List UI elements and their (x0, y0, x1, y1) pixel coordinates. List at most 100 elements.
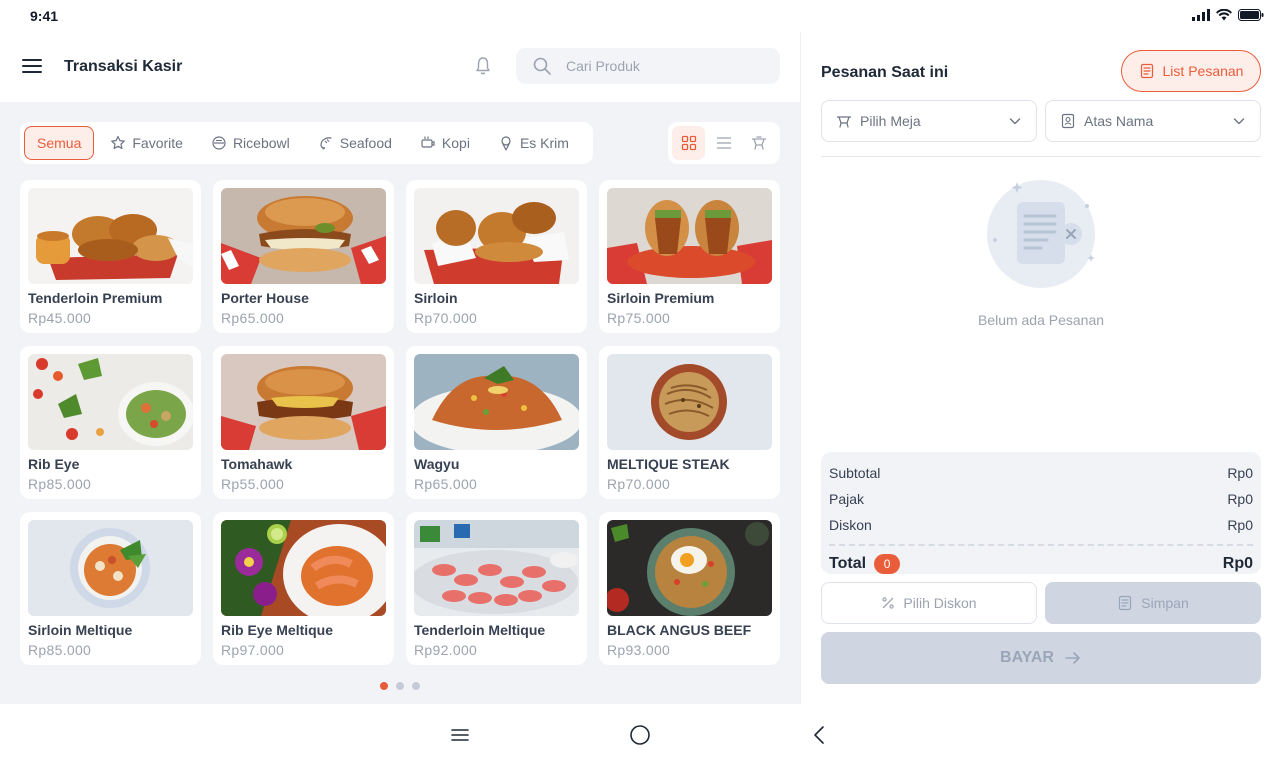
subtotal-label: Subtotal (829, 465, 881, 481)
grid-view-button[interactable] (672, 126, 706, 160)
product-image (607, 520, 772, 616)
category-label: Seafood (339, 135, 392, 151)
chevron-down-icon (1233, 118, 1245, 125)
discount-label: Diskon (829, 517, 872, 533)
product-price: Rp92.000 (414, 642, 478, 658)
product-price: Rp55.000 (221, 476, 285, 492)
product-card[interactable]: BLACK ANGUS BEEF Rp93.000 (599, 512, 780, 665)
tax-label: Pajak (829, 491, 865, 507)
product-card[interactable]: Sirloin Premium Rp75.000 (599, 180, 780, 333)
select-discount-button[interactable]: Pilih Diskon (821, 582, 1037, 624)
product-image (414, 188, 579, 284)
product-card[interactable]: Porter House Rp65.000 (213, 180, 394, 333)
product-image (414, 520, 579, 616)
pagination-dots (380, 682, 420, 690)
product-name: MELTIQUE STEAK (607, 456, 730, 472)
list-view-icon (716, 137, 732, 149)
pay-button[interactable]: BAYAR (821, 632, 1261, 684)
product-image (221, 520, 386, 616)
tax-row: Pajak Rp0 (829, 486, 1253, 512)
order-title: Pesanan Saat ini (821, 64, 949, 81)
product-price: Rp85.000 (28, 642, 92, 658)
item-count-badge: 0 (874, 554, 901, 574)
product-card[interactable]: Sirloin Rp70.000 (406, 180, 587, 333)
bowl-icon (212, 136, 226, 150)
product-panel: Transaksi Kasir Semua Favorite Ricebowl … (0, 32, 800, 704)
product-card[interactable]: Tenderloin Premium Rp45.000 (20, 180, 201, 333)
product-price: Rp75.000 (607, 310, 671, 326)
receipt-icon (1140, 63, 1153, 79)
ice-cream-icon (501, 136, 511, 151)
product-card[interactable]: Sirloin Meltique Rp85.000 (20, 512, 201, 665)
bell-icon[interactable] (474, 56, 492, 76)
shrimp-icon (320, 137, 332, 150)
product-price: Rp93.000 (607, 642, 671, 658)
system-navigation-bar (0, 704, 1280, 764)
product-image (28, 188, 193, 284)
battery-icon (1238, 9, 1264, 21)
product-card[interactable]: Wagyu Rp65.000 (406, 346, 587, 499)
product-name: Wagyu (414, 456, 460, 472)
empty-order-text: Belum ada Pesanan (977, 312, 1105, 328)
product-price: Rp85.000 (28, 476, 92, 492)
table-view-button[interactable] (743, 126, 776, 160)
list-orders-label: List Pesanan (1162, 63, 1244, 79)
status-bar: 9:41 (0, 0, 1280, 32)
product-image (28, 520, 193, 616)
page-dot[interactable] (412, 682, 420, 690)
category-chip-semua[interactable]: Semua (24, 126, 95, 160)
product-name: Sirloin Meltique (28, 622, 133, 638)
product-card[interactable]: Tenderloin Meltique Rp92.000 (406, 512, 587, 665)
table-view-icon (752, 136, 767, 150)
status-time: 9:41 (30, 8, 59, 24)
search-box[interactable] (516, 48, 780, 84)
home-icon[interactable] (629, 724, 651, 746)
category-chip-seafood[interactable]: Seafood (306, 126, 404, 160)
category-label: Favorite (132, 135, 183, 151)
save-button[interactable]: Simpan (1045, 582, 1261, 624)
discount-row: Diskon Rp0 (829, 512, 1253, 538)
subtotal-row: Subtotal Rp0 (829, 460, 1253, 486)
product-card[interactable]: Tomahawk Rp55.000 (213, 346, 394, 499)
grid-view-icon (681, 135, 696, 151)
back-icon[interactable] (809, 724, 831, 746)
recent-apps-icon[interactable] (449, 724, 471, 746)
tax-value: Rp0 (1227, 491, 1253, 507)
chevron-down-icon (1009, 118, 1021, 125)
product-name: Sirloin (414, 290, 458, 306)
product-price: Rp65.000 (221, 310, 285, 326)
divider (821, 156, 1261, 157)
signal-icon (1192, 9, 1210, 21)
list-view-button[interactable] (707, 126, 740, 160)
hamburger-menu-icon[interactable] (20, 54, 44, 78)
product-price: Rp45.000 (28, 310, 92, 326)
category-chip-es-krim[interactable]: Es Krim (486, 126, 581, 160)
product-name: BLACK ANGUS BEEF (607, 622, 752, 638)
search-input[interactable] (566, 58, 766, 74)
product-card[interactable]: MELTIQUE STEAK Rp70.000 (599, 346, 780, 499)
wifi-icon (1216, 9, 1232, 21)
product-card[interactable]: Rib Eye Meltique Rp97.000 (213, 512, 394, 665)
page-dot[interactable] (396, 682, 404, 690)
status-icons (1192, 9, 1264, 21)
product-image (607, 354, 772, 450)
product-name: Sirloin Premium (607, 290, 715, 306)
category-chip-ricebowl[interactable]: Ricebowl (199, 126, 302, 160)
customer-name-select[interactable]: Atas Nama (1045, 100, 1261, 142)
list-orders-button[interactable]: List Pesanan (1121, 50, 1261, 92)
product-card[interactable]: Rib Eye Rp85.000 (20, 346, 201, 499)
percent-icon (882, 597, 895, 609)
empty-order-icon (987, 180, 1095, 288)
product-price: Rp97.000 (221, 642, 285, 658)
product-image (28, 354, 193, 450)
page-dot[interactable] (380, 682, 388, 690)
order-panel: Pesanan Saat ini List Pesanan Pilih Meja… (800, 32, 1280, 704)
category-chip-kopi[interactable]: Kopi (408, 126, 482, 160)
category-chip-favorite[interactable]: Favorite (98, 126, 195, 160)
product-image (414, 354, 579, 450)
product-price: Rp65.000 (414, 476, 478, 492)
product-name: Tenderloin Premium (28, 290, 163, 306)
table-select[interactable]: Pilih Meja (821, 100, 1037, 142)
arrow-right-icon (1065, 652, 1080, 664)
coffee-icon (421, 136, 435, 148)
